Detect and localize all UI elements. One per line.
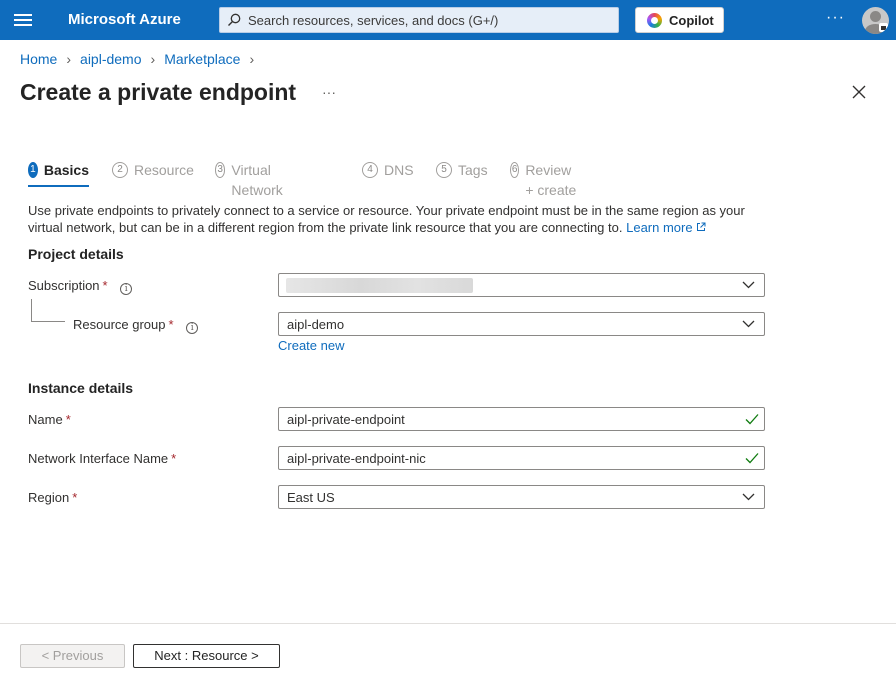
tab-virtual-network[interactable]: 3 Virtual Network bbox=[215, 160, 288, 198]
required-mark: * bbox=[171, 451, 177, 466]
search-input[interactable] bbox=[248, 8, 613, 32]
name-label: Name * bbox=[28, 412, 71, 427]
info-icon[interactable]: i bbox=[120, 283, 133, 295]
more-icon[interactable]: ··· bbox=[826, 9, 845, 27]
resource-group-label-text: Resource group bbox=[73, 317, 166, 332]
breadcrumb-marketplace[interactable]: Marketplace bbox=[164, 51, 240, 67]
previous-button[interactable]: < Previous bbox=[20, 644, 125, 668]
chevron-down-icon bbox=[742, 281, 755, 289]
instance-details-heading: Instance details bbox=[28, 380, 134, 396]
required-mark: * bbox=[102, 278, 108, 293]
nic-label-text: Network Interface Name bbox=[28, 451, 169, 466]
copilot-button[interactable]: Copilot bbox=[635, 7, 724, 33]
resource-group-select[interactable]: aipl-demo bbox=[278, 312, 765, 336]
step-number: 2 bbox=[112, 162, 128, 178]
tab-tags[interactable]: 5 Tags bbox=[436, 160, 488, 188]
external-link-icon bbox=[697, 222, 706, 231]
tab-dns[interactable]: 4 DNS bbox=[362, 160, 414, 188]
step-number: 1 bbox=[28, 162, 38, 178]
step-number: 4 bbox=[362, 162, 378, 178]
tab-label: Virtual Network bbox=[231, 162, 283, 198]
chevron-right-icon: › bbox=[150, 51, 156, 67]
learn-more-label: Learn more bbox=[626, 220, 693, 235]
info-icon[interactable]: i bbox=[186, 322, 199, 334]
chevron-right-icon: › bbox=[66, 51, 72, 67]
tree-connector bbox=[31, 299, 65, 322]
nic-label: Network Interface Name * bbox=[28, 451, 176, 466]
subscription-label: Subscription * i bbox=[28, 278, 133, 295]
intro-text: Use private endpoints to privately conne… bbox=[28, 202, 768, 236]
name-value: aipl-private-endpoint bbox=[287, 412, 405, 427]
resource-group-label: Resource group * i bbox=[73, 317, 199, 334]
tab-label: DNS bbox=[384, 162, 414, 178]
chevron-down-icon bbox=[742, 493, 755, 501]
step-number: 5 bbox=[436, 162, 452, 178]
step-number: 3 bbox=[215, 162, 226, 178]
required-mark: * bbox=[65, 412, 71, 427]
resource-group-value: aipl-demo bbox=[287, 317, 345, 332]
redacted-value bbox=[286, 278, 473, 293]
search-icon bbox=[228, 13, 241, 26]
brand-title[interactable]: Microsoft Azure bbox=[68, 11, 181, 28]
copilot-icon bbox=[647, 13, 662, 28]
required-mark: * bbox=[168, 317, 174, 332]
next-button[interactable]: Next : Resource > bbox=[133, 644, 280, 668]
search-box[interactable] bbox=[219, 7, 619, 33]
learn-more-link[interactable]: Learn more bbox=[626, 220, 706, 235]
create-new-link[interactable]: Create new bbox=[278, 338, 344, 353]
tab-label: Tags bbox=[458, 162, 488, 178]
top-bar: Microsoft Azure Copilot ··· bbox=[0, 0, 896, 40]
close-icon[interactable] bbox=[851, 84, 867, 100]
copilot-label: Copilot bbox=[669, 13, 714, 28]
breadcrumb-resource-group[interactable]: aipl-demo bbox=[80, 51, 141, 67]
page-title: Create a private endpoint bbox=[20, 79, 297, 105]
name-label-text: Name bbox=[28, 412, 63, 427]
nic-input[interactable]: aipl-private-endpoint-nic bbox=[278, 446, 765, 470]
page-more-icon[interactable]: ··· bbox=[322, 84, 336, 100]
avatar-icon[interactable] bbox=[862, 7, 889, 34]
step-number: 6 bbox=[510, 162, 520, 178]
tab-review-create[interactable]: 6 Review + create bbox=[510, 160, 578, 198]
region-select[interactable]: East US bbox=[278, 485, 765, 509]
required-mark: * bbox=[72, 490, 78, 505]
breadcrumb: Home › aipl-demo › Marketplace › bbox=[20, 51, 263, 67]
footer-divider bbox=[0, 623, 896, 624]
region-value: East US bbox=[287, 490, 335, 505]
breadcrumb-home[interactable]: Home bbox=[20, 51, 57, 67]
project-details-heading: Project details bbox=[28, 246, 124, 262]
tab-label: Basics bbox=[43, 162, 89, 178]
checkmark-icon bbox=[745, 453, 759, 464]
tab-basics[interactable]: 1 Basics bbox=[28, 160, 89, 188]
subscription-label-text: Subscription bbox=[28, 278, 100, 293]
tab-resource[interactable]: 2 Resource bbox=[112, 160, 194, 188]
chevron-right-icon: › bbox=[249, 51, 255, 67]
nic-value: aipl-private-endpoint-nic bbox=[287, 451, 426, 466]
name-input[interactable]: aipl-private-endpoint bbox=[278, 407, 765, 431]
region-label: Region * bbox=[28, 490, 77, 505]
tab-label: Resource bbox=[134, 162, 194, 178]
checkmark-icon bbox=[745, 414, 759, 425]
subscription-select[interactable] bbox=[278, 273, 765, 297]
region-label-text: Region bbox=[28, 490, 70, 505]
hamburger-icon[interactable] bbox=[14, 12, 32, 28]
tab-label: Review + create bbox=[525, 162, 577, 198]
chevron-down-icon bbox=[742, 320, 755, 328]
